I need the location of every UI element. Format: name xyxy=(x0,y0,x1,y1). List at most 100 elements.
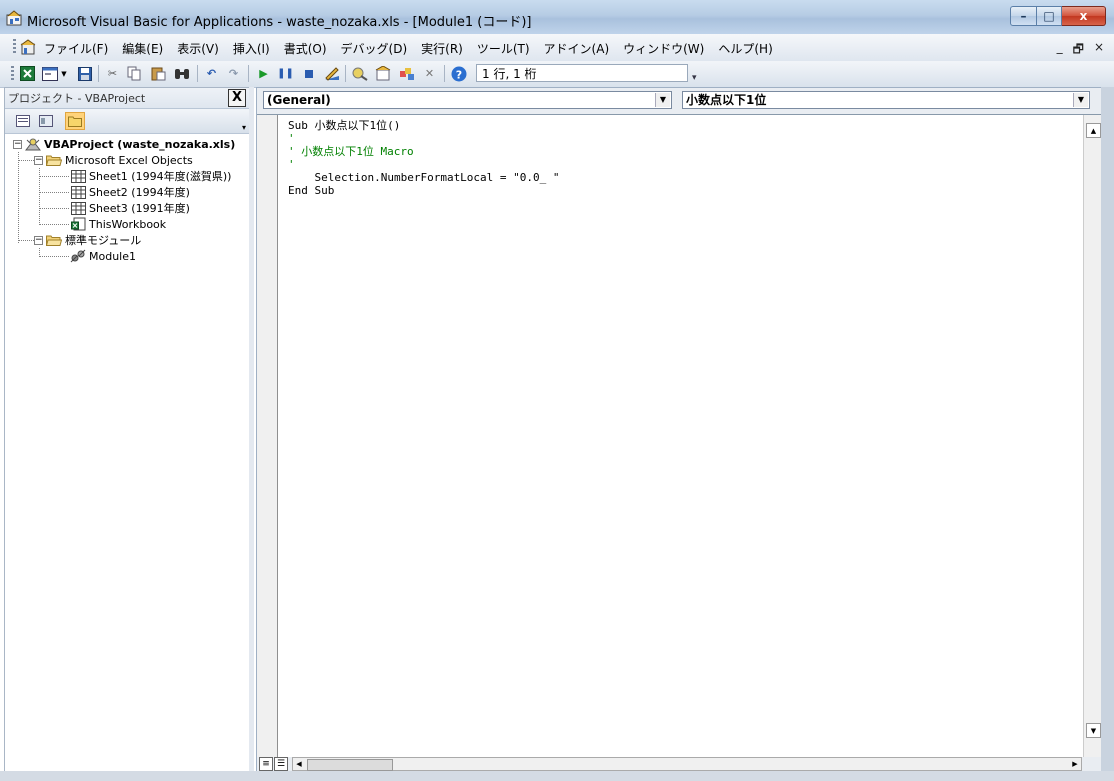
tree-node-sheet1[interactable]: Sheet1 (1994年度(滋賀県)) xyxy=(70,168,231,184)
standard-toolbar: ▼ ✂ ↶ ↷ ▶ ❚❚ ✕ ? 1 行, 1 桁 ▾ xyxy=(0,61,1114,88)
maximize-button[interactable]: □ xyxy=(1037,6,1062,26)
excel-icon[interactable] xyxy=(19,65,36,82)
pane-splitter[interactable] xyxy=(249,87,254,771)
menu-tools[interactable]: ツール(T) xyxy=(477,40,530,57)
close-button[interactable]: x xyxy=(1062,6,1106,26)
tree-node-module1[interactable]: Module1 xyxy=(70,248,136,264)
project-toolbar-chevron[interactable]: ▾ xyxy=(242,123,246,132)
code-text[interactable]: Sub 小数点以下1位() ' ' 小数点以下1位 Macro ' Selection… xyxy=(288,119,560,197)
userform-icon[interactable] xyxy=(41,65,58,82)
procedure-combobox[interactable]: 小数点以下1位 ▼ xyxy=(682,91,1090,109)
project-explorer-pane: プロジェクト - VBAProject X ▾ − VBAProject (wa… xyxy=(4,87,250,773)
design-mode-icon[interactable] xyxy=(323,65,340,82)
tree-connector xyxy=(39,256,69,257)
view-object-button[interactable] xyxy=(36,112,56,130)
toolbox-icon[interactable]: ✕ xyxy=(421,65,438,82)
project-explorer-title: プロジェクト - VBAProject xyxy=(8,92,146,105)
menu-bar: ファイル(F) 編集(E) 表示(V) 挿入(I) 書式(O) デバッグ(D) … xyxy=(0,34,1114,62)
vba-menu-icon[interactable] xyxy=(19,38,37,56)
procedure-combobox-value: 小数点以下1位 xyxy=(686,93,767,107)
view-code-button[interactable] xyxy=(13,112,33,130)
menu-format[interactable]: 書式(O) xyxy=(284,40,327,57)
collapse-toggle[interactable]: − xyxy=(13,139,22,149)
menu-window[interactable]: ウィンドウ(W) xyxy=(623,40,704,57)
mdi-close-button[interactable]: × xyxy=(1094,40,1104,61)
code-line: Sub 小数点以下1位() xyxy=(288,119,401,132)
project-explorer-close-button[interactable]: X xyxy=(228,89,246,107)
window-right-frame xyxy=(1101,87,1114,771)
tree-node-vbaproject[interactable]: − VBAProject (waste_nozaka.xls) xyxy=(13,136,235,152)
scroll-down-icon[interactable]: ▼ xyxy=(1086,723,1101,738)
procedure-view-button[interactable]: ≡ xyxy=(259,757,273,771)
break-icon[interactable]: ❚❚ xyxy=(277,65,294,82)
chevron-down-icon[interactable]: ▼ xyxy=(655,93,670,107)
run-icon[interactable]: ▶ xyxy=(255,65,272,82)
object-browser-icon[interactable] xyxy=(398,65,415,82)
tree-label-module1: Module1 xyxy=(89,249,136,263)
toolbar-separator xyxy=(248,65,249,82)
full-module-view-button[interactable]: ☰ xyxy=(274,757,288,771)
tree-label-sheet2: Sheet2 (1994年度) xyxy=(89,186,190,199)
minimize-button[interactable]: – xyxy=(1010,6,1037,26)
menu-run[interactable]: 実行(R) xyxy=(421,40,463,57)
code-line: ' xyxy=(288,132,295,145)
cut-icon[interactable]: ✂ xyxy=(104,65,121,82)
toolbar-separator xyxy=(197,65,198,82)
horizontal-scroll-thumb[interactable] xyxy=(307,759,393,771)
reset-icon[interactable] xyxy=(300,65,317,82)
menu-edit[interactable]: 編集(E) xyxy=(122,40,163,57)
mdi-minimize-button[interactable]: _ xyxy=(1057,40,1063,61)
copy-icon[interactable] xyxy=(126,65,143,82)
folder-open-icon xyxy=(46,233,62,247)
collapse-toggle[interactable]: − xyxy=(34,235,43,245)
redo-icon[interactable]: ↷ xyxy=(225,65,242,82)
chevron-down-icon[interactable]: ▼ xyxy=(1073,93,1088,107)
horizontal-scrollbar[interactable]: ◀ ▶ xyxy=(292,757,1082,771)
toggle-folders-button[interactable] xyxy=(65,112,85,130)
tree-node-standard-modules[interactable]: − 標準モジュール xyxy=(34,232,141,248)
find-icon[interactable] xyxy=(173,65,190,82)
object-combobox[interactable]: (General) ▼ xyxy=(263,91,672,109)
tree-connector xyxy=(39,176,69,177)
menu-debug[interactable]: デバッグ(D) xyxy=(341,40,408,57)
code-editor[interactable]: Sub 小数点以下1位() ' ' 小数点以下1位 Macro ' Selection… xyxy=(257,114,1101,758)
tree-connector xyxy=(39,224,69,225)
toolbar-overflow-chevron[interactable]: ▾ xyxy=(692,73,697,83)
window-title: Microsoft Visual Basic for Applications … xyxy=(27,15,532,30)
vbaproject-icon xyxy=(25,137,41,151)
paste-icon[interactable] xyxy=(150,65,167,82)
undo-icon[interactable]: ↶ xyxy=(203,65,220,82)
collapse-toggle[interactable]: − xyxy=(34,155,43,165)
tree-label-sheet1: Sheet1 (1994年度(滋賀県)) xyxy=(89,170,232,183)
save-icon[interactable] xyxy=(76,65,93,82)
code-line: ' xyxy=(288,158,295,171)
vertical-scrollbar[interactable]: ▲ ▼ xyxy=(1083,115,1101,758)
menu-help[interactable]: ヘルプ(H) xyxy=(718,40,772,57)
window-title-bar[interactable]: Microsoft Visual Basic for Applications … xyxy=(0,0,1114,35)
project-explorer-icon[interactable] xyxy=(351,65,368,82)
menu-insert[interactable]: 挿入(I) xyxy=(233,40,270,57)
module-icon xyxy=(70,249,86,263)
worksheet-icon xyxy=(70,201,86,215)
scroll-right-icon[interactable]: ▶ xyxy=(1069,758,1081,770)
menu-addins[interactable]: アドイン(A) xyxy=(544,40,610,57)
code-window: (General) ▼ 小数点以下1位 ▼ Sub 小数点以下1位() ' ' 小数… xyxy=(256,87,1102,773)
toolbar-grip[interactable] xyxy=(11,66,14,82)
tree-node-sheet2[interactable]: Sheet2 (1994年度) xyxy=(70,184,190,200)
menu-view[interactable]: 表示(V) xyxy=(177,40,219,57)
margin-indicator-bar[interactable] xyxy=(257,115,278,758)
scroll-left-icon[interactable]: ◀ xyxy=(293,758,305,770)
properties-icon[interactable] xyxy=(374,65,391,82)
help-icon[interactable]: ? xyxy=(450,65,467,82)
scroll-up-icon[interactable]: ▲ xyxy=(1086,123,1101,138)
tree-node-sheet3[interactable]: Sheet3 (1991年度) xyxy=(70,200,190,216)
worksheet-icon xyxy=(70,169,86,183)
toolbar-separator xyxy=(444,65,445,82)
menu-file[interactable]: ファイル(F) xyxy=(44,40,108,57)
workbook-icon xyxy=(70,217,86,231)
chevron-down-icon[interactable]: ▼ xyxy=(59,65,69,82)
menubar-grip[interactable] xyxy=(13,39,16,55)
mdi-restore-button[interactable]: 🗗 xyxy=(1073,40,1084,61)
tree-node-thisworkbook[interactable]: ThisWorkbook xyxy=(70,216,166,232)
tree-node-excel-objects[interactable]: − Microsoft Excel Objects xyxy=(34,152,193,168)
